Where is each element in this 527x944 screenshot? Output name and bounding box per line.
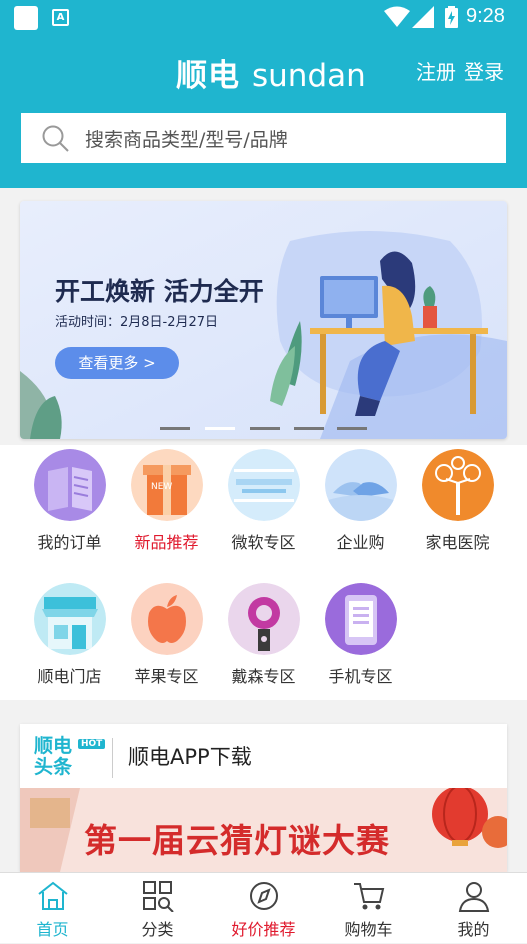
- status-bar: A 9:28: [0, 0, 527, 36]
- dyson-icon: [228, 583, 300, 655]
- home-icon: [38, 881, 68, 910]
- carousel-dot[interactable]: [160, 427, 190, 430]
- brand-logo-en: sundan: [252, 58, 366, 94]
- news-banner-text: 第一届云猜灯谜大赛: [84, 821, 390, 860]
- news-logo-text: 顺电 头条: [34, 735, 73, 778]
- auth-links: 注册 登录: [416, 56, 504, 85]
- search-input[interactable]: 搜索商品类型/型号/品牌: [85, 125, 288, 152]
- carousel-dot[interactable]: [294, 427, 324, 430]
- category-dyson[interactable]: 戴森专区: [215, 579, 312, 689]
- signal-icon: [412, 6, 434, 28]
- category-grid: 我的订单 NEW 新品推荐 微软专区 企业购 家电医院 顺电门店 苹果专区 戴森…: [0, 445, 527, 700]
- brand-logo: 顺电 sundan: [176, 50, 366, 95]
- category-label: 新品推荐: [134, 533, 199, 552]
- cart-icon: [354, 883, 385, 910]
- banner-subtitle: 活动时间：2月8日-2月27日: [55, 315, 219, 330]
- apple-icon: [131, 583, 203, 655]
- microsoft-icon: [228, 449, 300, 521]
- news-logo: 顺电 头条 HOT: [34, 736, 124, 780]
- category-apple[interactable]: 苹果专区: [118, 579, 215, 689]
- new-gift-icon: NEW: [131, 449, 203, 521]
- phone-icon: [325, 583, 397, 655]
- news-section[interactable]: 顺电 头条 HOT 顺电APP下载 第一届云猜灯谜大赛: [20, 724, 507, 872]
- bottom-tab-bar: 首页 分类 好价推荐 购物车 我的: [0, 872, 527, 943]
- tab-deals[interactable]: 好价推荐: [211, 873, 316, 944]
- tab-label: 好价推荐: [231, 920, 296, 939]
- battery-icon: [445, 6, 458, 28]
- category-label: 戴森专区: [231, 667, 296, 686]
- a-notification-icon: A: [52, 9, 69, 26]
- carousel-dot[interactable]: [250, 427, 280, 430]
- app-notification-icon: [14, 6, 38, 30]
- category-my-orders[interactable]: 我的订单: [21, 445, 118, 555]
- category-enterprise[interactable]: 企业购: [312, 445, 409, 555]
- handshake-icon: [325, 449, 397, 521]
- category-label: 我的订单: [37, 533, 102, 552]
- category-label: 微软专区: [231, 533, 296, 552]
- category-grid-icon: [143, 881, 174, 912]
- store-icon: [34, 583, 106, 655]
- tab-category[interactable]: 分类: [105, 873, 210, 944]
- brand-logo-cn: 顺电: [176, 58, 240, 94]
- tab-label: 我的: [457, 920, 490, 939]
- category-microsoft[interactable]: 微软专区: [215, 445, 312, 555]
- order-book-icon: [34, 449, 106, 521]
- category-label: 顺电门店: [37, 667, 102, 686]
- hot-badge: HOT: [78, 739, 106, 749]
- register-link[interactable]: 注册: [416, 56, 456, 85]
- tab-cart[interactable]: 购物车: [316, 873, 421, 944]
- news-banner[interactable]: 第一届云猜灯谜大赛: [20, 788, 507, 872]
- category-label: 苹果专区: [134, 667, 199, 686]
- category-new-products[interactable]: NEW 新品推荐: [118, 445, 215, 555]
- search-icon: [42, 125, 69, 152]
- svg-text:NEW: NEW: [151, 482, 172, 492]
- category-appliance-hospital[interactable]: 家电医院: [409, 445, 506, 555]
- wifi-icon: [384, 6, 410, 27]
- appliance-tree-icon: [422, 449, 494, 521]
- carousel-dot-active[interactable]: [205, 427, 235, 430]
- app-header: A 9:28 顺电 sundan 注册 登录 搜索商品类型/型号/品牌: [0, 0, 527, 188]
- tab-label: 分类: [141, 920, 174, 939]
- news-title[interactable]: 顺电APP下载: [128, 741, 252, 771]
- category-stores[interactable]: 顺电门店: [21, 579, 118, 689]
- search-bar[interactable]: 搜索商品类型/型号/品牌: [21, 113, 506, 163]
- banner-title: 开工焕新 活力全开: [55, 277, 264, 306]
- category-label: 企业购: [336, 533, 385, 552]
- tab-label: 首页: [36, 920, 69, 939]
- category-label: 家电医院: [425, 533, 490, 552]
- category-phones[interactable]: 手机专区: [312, 579, 409, 689]
- status-time: 9:28: [466, 5, 505, 27]
- tab-home[interactable]: 首页: [0, 873, 105, 944]
- compass-icon: [250, 882, 278, 910]
- category-label: 手机专区: [328, 667, 393, 686]
- banner-more-button[interactable]: 查看更多 >: [55, 347, 179, 379]
- tab-profile[interactable]: 我的: [421, 873, 526, 944]
- promo-banner[interactable]: 开工焕新 活力全开 活动时间：2月8日-2月27日 查看更多 >: [20, 201, 507, 439]
- divider: [112, 738, 113, 778]
- tab-label: 购物车: [344, 920, 393, 939]
- carousel-indicators[interactable]: [160, 427, 370, 431]
- user-icon: [458, 882, 490, 912]
- carousel-dot[interactable]: [337, 427, 367, 430]
- login-link[interactable]: 登录: [464, 56, 504, 85]
